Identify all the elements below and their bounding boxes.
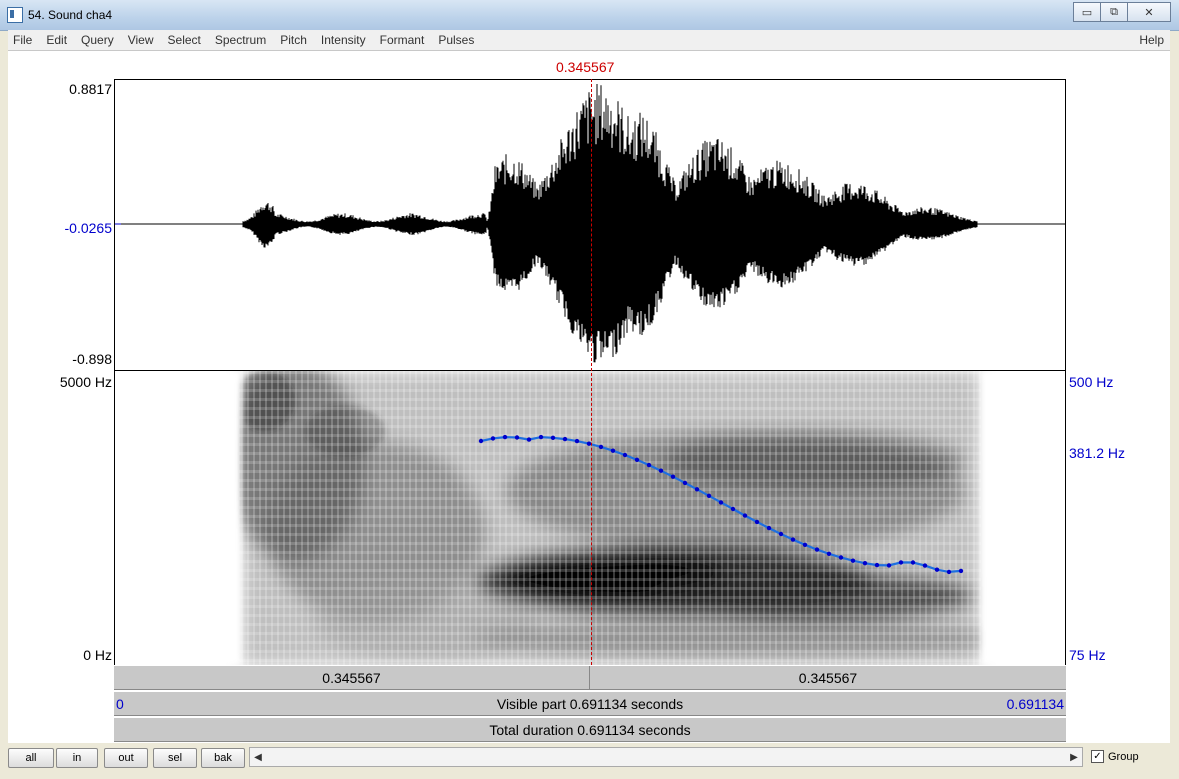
group-label: Group <box>1108 750 1139 763</box>
pitch-point <box>694 487 700 492</box>
visible-part-label[interactable]: Visible part 0.691134 seconds <box>114 692 1066 715</box>
spectrogram-plot <box>115 371 1065 665</box>
pitch-min-label: 75 Hz <box>1069 647 1106 663</box>
spectrogram-panel[interactable] <box>114 371 1066 665</box>
pitch-point <box>550 435 556 440</box>
right-segment-duration[interactable]: 0.345567 <box>590 666 1066 689</box>
waveform-plot <box>115 84 1065 363</box>
pitch-point <box>934 567 940 572</box>
menu-file[interactable]: File <box>8 33 39 47</box>
pitch-max-label: 500 Hz <box>1069 374 1114 390</box>
menu-pitch[interactable]: Pitch <box>273 33 314 47</box>
pitch-point <box>862 561 868 566</box>
pitch-point <box>682 480 688 486</box>
zoom-all-button[interactable]: all <box>8 748 54 768</box>
visible-start-label: 0 <box>116 696 124 712</box>
menu-view[interactable]: View <box>121 33 161 47</box>
left-segment-duration[interactable]: 0.345567 <box>114 666 589 689</box>
pitch-point <box>874 562 880 568</box>
menu-formant[interactable]: Formant <box>373 33 432 47</box>
spectrogram-silence-right <box>981 371 1065 665</box>
pitch-point <box>478 438 484 444</box>
pitch-point <box>742 513 748 518</box>
pitch-point <box>502 434 508 440</box>
bottom-toolbar: all in out sel bak ◀ ▶ ✓ Group <box>8 743 1170 773</box>
pitch-point <box>658 468 664 473</box>
pitch-point <box>730 506 736 512</box>
pitch-point <box>958 568 964 574</box>
total-duration-label[interactable]: Total duration 0.691134 seconds <box>114 718 1066 741</box>
pitch-point <box>718 500 724 505</box>
waveform-mid-label: -0.0265 <box>64 220 112 236</box>
pitch-point <box>610 448 616 453</box>
menu-edit[interactable]: Edit <box>39 33 74 47</box>
pitch-point <box>538 434 544 440</box>
pitch-point <box>766 525 772 531</box>
menu-bar: File Edit Query View Select Spectrum Pit… <box>8 30 1170 51</box>
cursor-line <box>591 79 592 665</box>
spectrogram-min-freq-label: 0 Hz <box>83 647 112 663</box>
pitch-point <box>526 437 532 442</box>
menu-select[interactable]: Select <box>161 33 208 47</box>
minimize-button[interactable]: ▭ <box>1073 2 1101 22</box>
pitch-point <box>646 462 652 468</box>
zoom-out-button[interactable]: out <box>104 748 148 768</box>
close-button[interactable]: ✕ <box>1127 2 1171 22</box>
waveform-max-label: 0.8817 <box>69 81 112 97</box>
pitch-point <box>562 436 568 442</box>
maximize-button[interactable]: ⧉ <box>1100 2 1128 22</box>
group-toggle[interactable]: ✓ Group <box>1091 750 1139 763</box>
menu-intensity[interactable]: Intensity <box>314 33 373 47</box>
pitch-point <box>574 438 580 444</box>
pitch-point <box>886 563 892 568</box>
menu-help[interactable]: Help <box>1139 33 1164 47</box>
visible-end-label: 0.691134 <box>1006 696 1064 712</box>
menu-spectrum[interactable]: Spectrum <box>208 33 273 47</box>
window-title: 54. Sound cha4 <box>28 8 113 22</box>
pitch-point <box>826 551 832 556</box>
waveform-panel[interactable] <box>114 79 1066 371</box>
scroll-right-icon[interactable]: ▶ <box>1066 748 1082 766</box>
waveform-signal <box>242 84 978 363</box>
pitch-point <box>814 547 820 552</box>
sound-editor: 0.345567 0.8817 -0.0265 -0.898 5000 Hz 0… <box>8 51 1170 743</box>
pitch-point <box>946 569 952 575</box>
time-scrollbar[interactable]: ◀ ▶ <box>249 747 1083 767</box>
total-duration-bar[interactable]: Total duration 0.691134 seconds <box>114 717 1066 742</box>
scroll-left-icon[interactable]: ◀ <box>250 748 266 766</box>
spectrogram-max-freq-label: 5000 Hz <box>59 374 112 390</box>
selection-bar[interactable]: 0.345567 0.345567 <box>114 665 1066 690</box>
pitch-point <box>838 555 844 560</box>
pitch-cursor-label: 381.2 Hz <box>1069 445 1126 461</box>
pitch-point <box>778 531 784 537</box>
pitch-point <box>790 537 796 542</box>
cursor-time-label: 0.345567 <box>556 59 615 75</box>
pitch-point <box>490 436 496 441</box>
pitch-point <box>670 474 676 479</box>
pitch-point <box>706 493 712 498</box>
zoom-back-button[interactable]: bak <box>201 748 245 768</box>
pitch-point <box>754 519 760 525</box>
waveform-min-label: -0.898 <box>72 351 112 367</box>
app-icon <box>7 7 23 23</box>
window-controls: ▭ ⧉ ✕ <box>1073 2 1171 22</box>
pitch-point <box>634 457 640 462</box>
pitch-point <box>910 560 916 565</box>
title-bar: 54. Sound cha4 ▭ ⧉ ✕ <box>0 0 1179 31</box>
pitch-point <box>514 435 520 440</box>
spectrogram-harmonics <box>239 371 981 665</box>
pitch-point <box>802 542 808 547</box>
zoom-in-button[interactable]: in <box>56 748 98 768</box>
pitch-point <box>622 452 628 458</box>
visible-part-bar[interactable]: Visible part 0.691134 seconds <box>114 691 1066 716</box>
pitch-point <box>922 563 928 568</box>
spectrogram-silence-left <box>115 371 241 665</box>
menu-query[interactable]: Query <box>74 33 121 47</box>
zoom-selection-button[interactable]: sel <box>153 748 197 768</box>
pitch-point <box>850 558 856 563</box>
menu-pulses[interactable]: Pulses <box>431 33 481 47</box>
pitch-point <box>598 444 604 450</box>
pitch-point <box>898 560 904 565</box>
group-checkbox[interactable]: ✓ <box>1091 750 1104 763</box>
